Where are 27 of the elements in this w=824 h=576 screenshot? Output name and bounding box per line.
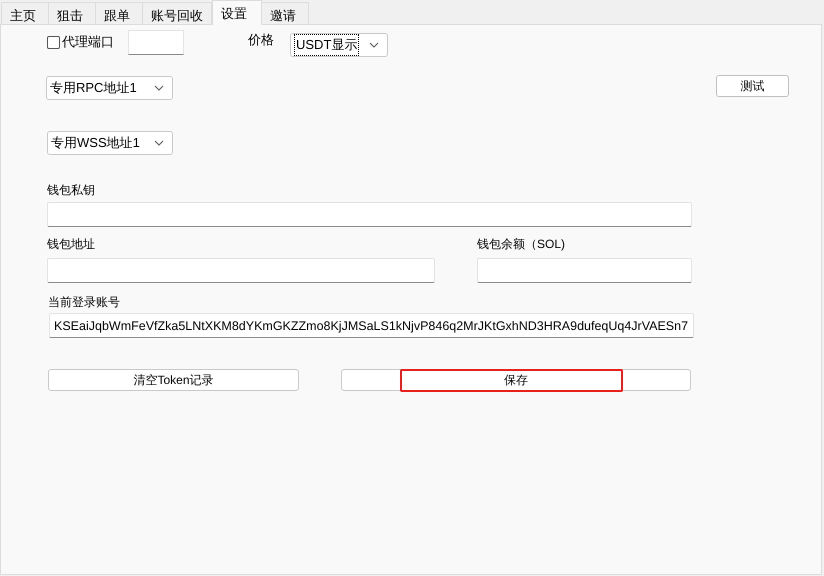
tab[interactable]: 邀请 — [261, 2, 309, 24]
wallet-balance-label: 钱包余额（SOL) — [477, 236, 566, 250]
tab[interactable]: 账号回收 — [142, 2, 212, 24]
text-field[interactable]: KSEaiJqbWmFeVfZka5LNtXKM8dYKmGKZZmo8KjJMSaLS1kNjvP846q2MrJKtGxhND3HRA9dufeqUq4JrVAESn7 — [49, 313, 694, 338]
save-button[interactable]: 保存 — [341, 369, 691, 391]
dropdown[interactable]: 专用RPC地址1 — [46, 76, 173, 100]
text-field[interactable] — [477, 258, 692, 283]
tab[interactable]: 主页 — [1, 2, 49, 24]
price-label: 价格 — [248, 31, 274, 49]
dropdown[interactable]: USDT显示 — [290, 33, 388, 57]
checkbox-label: 代理端口 — [62, 33, 114, 52]
wallet-address-label: 钱包地址 — [47, 236, 96, 250]
text-field[interactable] — [47, 258, 435, 283]
checkbox[interactable] — [47, 36, 60, 48]
chevron-down-icon — [154, 85, 164, 91]
port-field[interactable] — [128, 30, 184, 54]
current-account-label: 当前登录账号 — [48, 294, 121, 308]
private-key-label: 钱包私钥 — [47, 182, 96, 196]
clear-token-button[interactable]: 清空Token记录 — [48, 369, 299, 391]
chevron-down-icon — [154, 140, 164, 146]
test-button[interactable]: 测试 — [716, 75, 789, 97]
tab[interactable]: 设置 — [212, 0, 262, 25]
tab[interactable]: 跟单 — [95, 2, 143, 24]
tab[interactable]: 狙击 — [48, 2, 96, 24]
chevron-down-icon — [369, 42, 379, 48]
dropdown[interactable]: 专用WSS地址1 — [47, 131, 173, 155]
text-field[interactable] — [47, 202, 692, 227]
